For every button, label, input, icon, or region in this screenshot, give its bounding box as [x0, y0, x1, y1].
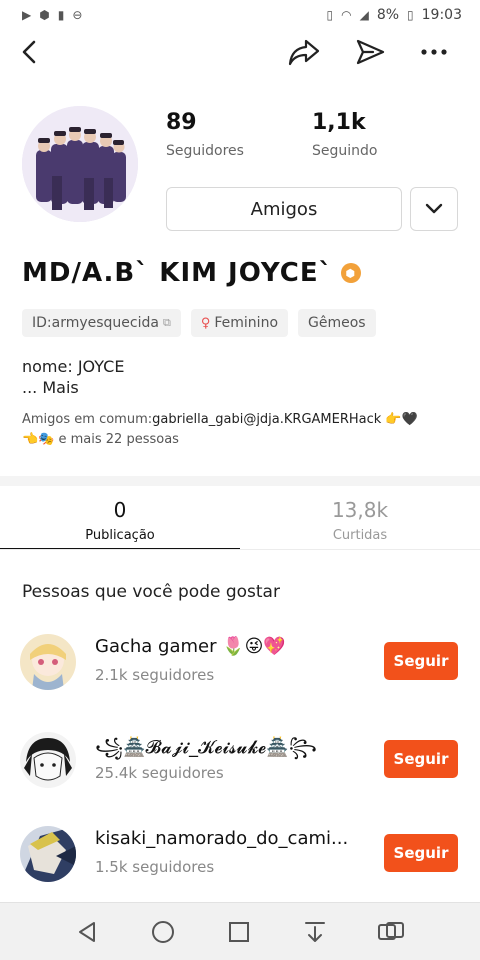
id-tag-label: ID:armyesquecida: [32, 315, 159, 331]
status-left: ▶ ⬢ ▮ ⊖: [22, 8, 82, 22]
profile-tabs: 0 Publicação 13,8k Curtidas: [0, 486, 480, 550]
suggestions-title: Pessoas que você pode gostar: [22, 582, 280, 602]
following-stat[interactable]: 1,1k Seguindo: [312, 110, 377, 159]
share-icon: [288, 39, 320, 66]
clock: 19:03: [421, 7, 462, 23]
send-button[interactable]: [352, 34, 388, 70]
mutual-suffix: 👈🎭 e mais 22 pessoas: [22, 432, 179, 447]
back-arrow-icon: [22, 40, 36, 64]
profile-avatar[interactable]: [22, 106, 138, 222]
likes-count: 13,8k: [331, 498, 389, 522]
id-tag[interactable]: ID:armyesquecida ⧉: [22, 309, 181, 337]
profile-name-row: MD/A.B` KIM JOYCE` ⬢: [22, 258, 361, 288]
suggestion-avatar[interactable]: [20, 826, 76, 882]
status-bar: ▶ ⬢ ▮ ⊖ ▯ ◠ ◢ 8% ▯ 19:03: [0, 0, 480, 30]
bio-text: nome: JOYCE: [22, 357, 125, 376]
dropdown-button[interactable]: [410, 187, 458, 231]
zodiac-tag-label: Gêmeos: [308, 315, 366, 331]
friends-button[interactable]: Amigos: [166, 187, 402, 231]
battery-percent: 8%: [376, 7, 400, 23]
tab-publications[interactable]: 0 Publicação: [0, 486, 240, 550]
nav-home-button[interactable]: [146, 915, 180, 949]
suggestion-followers: 25.4k seguidores: [95, 764, 224, 782]
nav-back-button[interactable]: [70, 915, 104, 949]
suggestion-row[interactable]: kisaki_namorado_do_cami... 1.5k seguidor…: [0, 820, 480, 890]
shield-icon: ⬢: [39, 8, 50, 22]
switch-apps-icon: [378, 922, 404, 940]
gender-tag-label: Feminino: [214, 315, 279, 331]
group-photo-image: [22, 106, 138, 222]
battery-icon: ▯: [407, 8, 414, 22]
suggestion-name: kisaki_namorado_do_cami...: [95, 828, 349, 849]
mutual-friends[interactable]: Amigos em comum:gabriella_gabi@jdja.KRGA…: [22, 410, 462, 450]
copy-icon: ⧉: [162, 316, 171, 329]
followers-count: 89: [166, 110, 197, 135]
zodiac-tag: Gêmeos: [298, 309, 376, 337]
followers-label: Seguidores: [166, 143, 244, 159]
system-navigation-bar: [0, 902, 480, 960]
status-right: ▯ ◠ ◢ 8% ▯ 19:03: [326, 7, 462, 23]
female-icon: ♀: [200, 315, 211, 331]
more-options-button[interactable]: [416, 34, 452, 70]
do-not-disturb-icon: ⊖: [72, 8, 83, 22]
bio-more-link[interactable]: ... Mais: [22, 378, 79, 397]
sim-icon: ▮: [57, 8, 65, 22]
mutual-names: gabriella_gabi@jdja.KRGAMERHack 👉🖤: [152, 412, 418, 427]
top-nav: [0, 30, 480, 76]
more-icon: [421, 49, 447, 55]
back-button[interactable]: [12, 34, 48, 70]
circle-home-icon: [152, 921, 174, 943]
suggestion-name: Gacha gamer 🌷😜💖: [95, 636, 286, 657]
baji-avatar-image: [20, 732, 76, 788]
signal-icon: ◢: [359, 8, 369, 22]
gacha-avatar-image: [20, 634, 76, 690]
triangle-back-icon: [79, 922, 95, 942]
section-divider: [0, 476, 480, 486]
follow-button[interactable]: Seguir: [384, 642, 458, 680]
wifi-icon: ◠: [341, 8, 352, 22]
nav-recents-button[interactable]: [222, 915, 256, 949]
suggestion-avatar[interactable]: [20, 634, 76, 690]
publications-count: 0: [113, 498, 127, 522]
send-icon: [356, 39, 385, 65]
share-button[interactable]: [286, 34, 322, 70]
play-icon: ▶: [22, 8, 32, 22]
chevron-down-icon: [425, 203, 443, 214]
profile-tags: ID:armyesquecida ⧉ ♀ Feminino Gêmeos: [22, 309, 376, 337]
verified-badge-icon: ⬢: [340, 263, 361, 283]
profile-name: MD/A.B` KIM JOYCE`: [22, 258, 333, 288]
suggestion-row[interactable]: ꧁🏯𝓑𝓪𝓳𝓲_𝓚𝓮𝓲𝓼𝓾𝓴𝓮🏯꧂ 25.4k seguidores Seguir: [0, 726, 480, 796]
nav-switch-button[interactable]: [374, 915, 408, 949]
tab-likes[interactable]: 13,8k Curtidas: [240, 486, 480, 550]
tab-separator: [0, 549, 480, 550]
suggestion-avatar[interactable]: [20, 732, 76, 788]
mutual-prefix: Amigos em comum:: [22, 412, 153, 427]
suggestion-followers: 1.5k seguidores: [95, 858, 215, 876]
suggestion-followers: 2.1k seguidores: [95, 666, 215, 684]
suggestion-row[interactable]: Gacha gamer 🌷😜💖 2.1k seguidores Seguir: [0, 628, 480, 698]
follow-button[interactable]: Seguir: [384, 834, 458, 872]
kisaki-avatar-image: [20, 826, 76, 882]
following-count: 1,1k: [312, 110, 366, 135]
gender-tag: ♀ Feminino: [190, 309, 289, 337]
publications-label: Publicação: [85, 528, 155, 543]
followers-stat[interactable]: 89 Seguidores: [166, 110, 244, 159]
square-recents-icon: [229, 922, 249, 942]
follow-button[interactable]: Seguir: [384, 740, 458, 778]
nav-download-button[interactable]: [298, 915, 332, 949]
following-label: Seguindo: [312, 143, 378, 159]
vibrate-icon: ▯: [326, 8, 334, 22]
likes-label: Curtidas: [332, 528, 388, 543]
download-icon: [305, 922, 325, 942]
